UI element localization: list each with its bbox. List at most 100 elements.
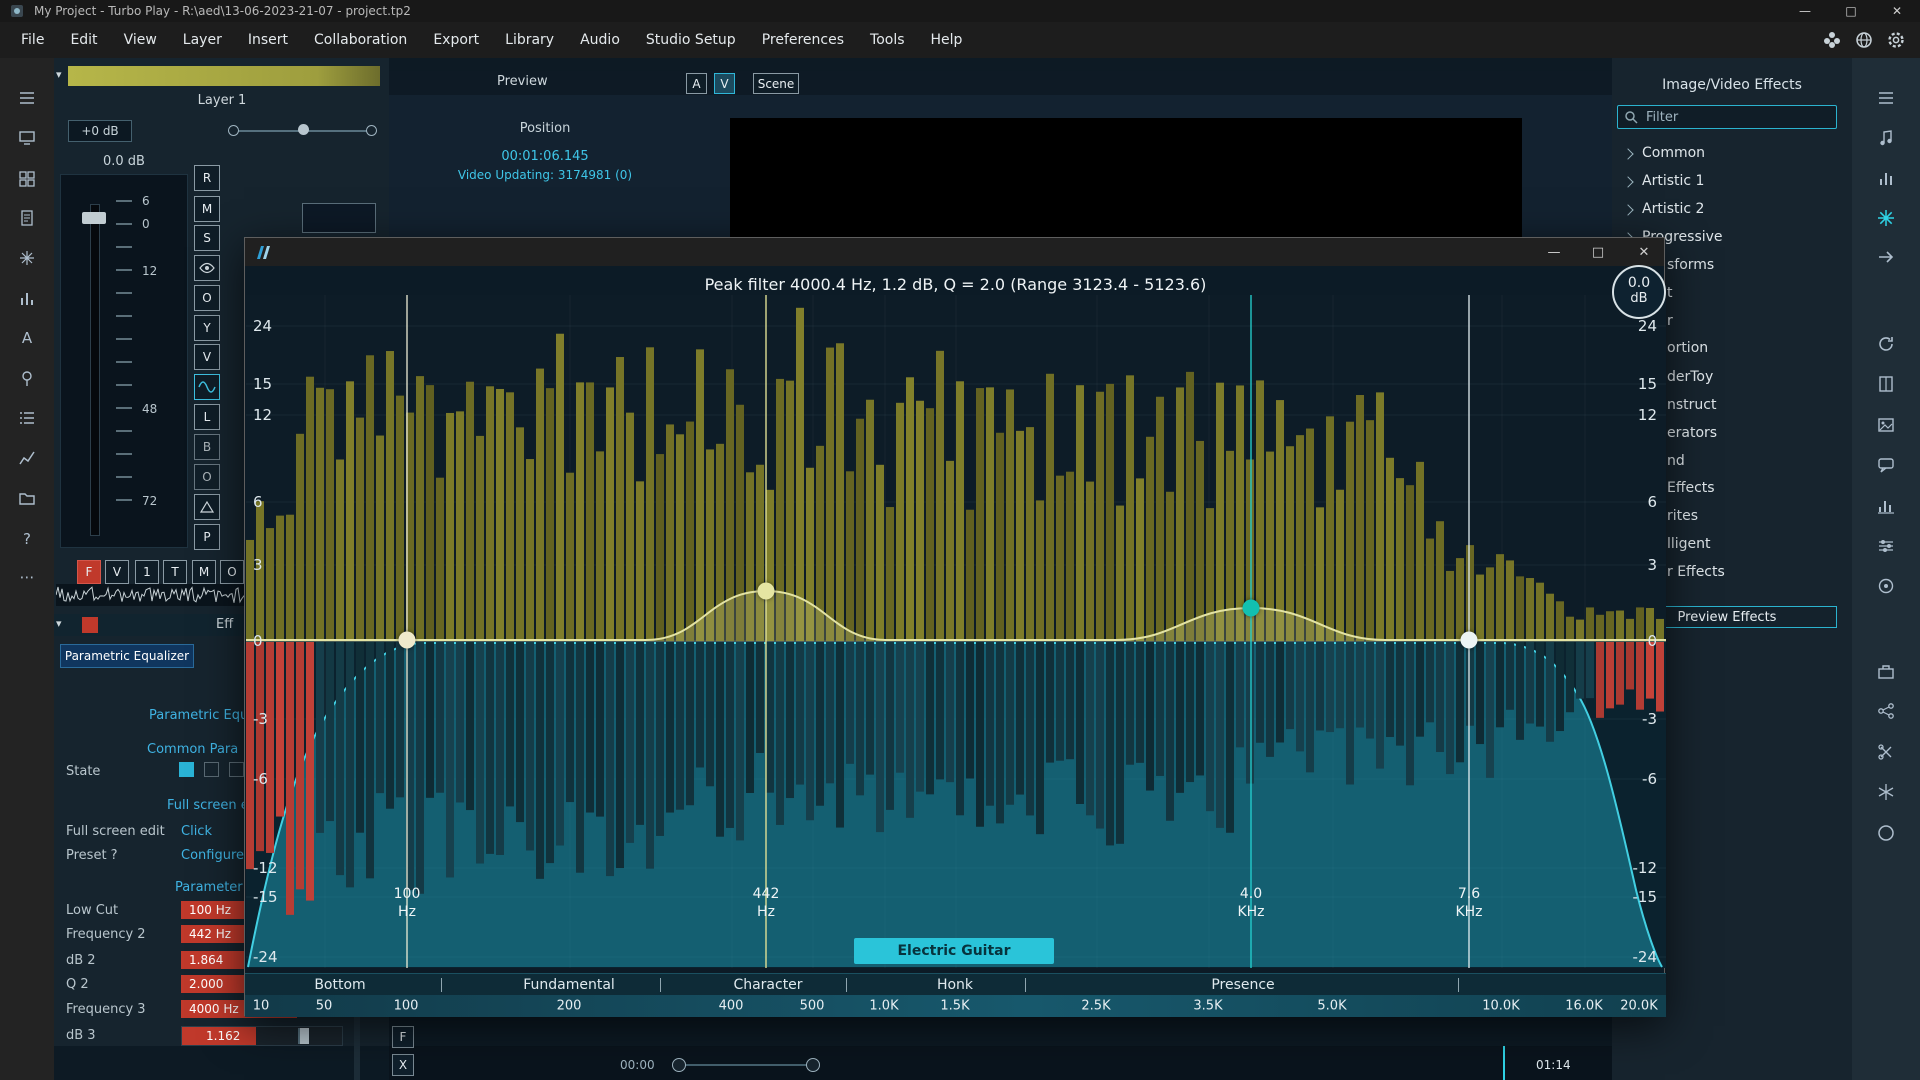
share-icon[interactable]: [1875, 700, 1897, 722]
mute-button[interactable]: M: [194, 196, 220, 222]
timeline-bar[interactable]: 00:00 01:14: [389, 1046, 1612, 1080]
fx-tree-item-occluded[interactable]: r: [1667, 313, 1673, 329]
eq-spectrum-canvas[interactable]: [246, 295, 1666, 968]
audio-toggle-button[interactable]: A: [686, 73, 707, 94]
dialog-titlebar[interactable]: — □ ✕: [245, 238, 1664, 266]
color-wheel-icon[interactable]: [1875, 575, 1897, 597]
state-checkbox-2[interactable]: [204, 762, 219, 777]
sparkle-icon[interactable]: [16, 247, 38, 269]
timeline-zoom-track[interactable]: [678, 1064, 812, 1066]
image-icon[interactable]: [1875, 414, 1897, 436]
effect-color-swatch[interactable]: [82, 617, 98, 633]
list-icon[interactable]: [16, 407, 38, 429]
t-mode-button[interactable]: T: [163, 560, 187, 584]
f-side-button[interactable]: F: [392, 1026, 414, 1048]
effects-filter-box[interactable]: [1617, 105, 1837, 129]
layer-slider-knob[interactable]: [298, 124, 309, 135]
state-checkbox-on[interactable]: [179, 762, 194, 777]
layer-gain-box[interactable]: +0 dB: [68, 120, 132, 142]
cut-scissors-icon[interactable]: [1875, 741, 1897, 763]
v-button[interactable]: V: [194, 344, 220, 370]
text-tool-icon[interactable]: A: [16, 327, 38, 349]
document-icon[interactable]: [16, 207, 38, 229]
eq-handle-4khz[interactable]: [1242, 599, 1260, 617]
zoom-range-end-knob[interactable]: [806, 1058, 820, 1072]
zoom-range-start-knob[interactable]: [672, 1058, 686, 1072]
bar-chart-icon[interactable]: [1875, 495, 1897, 517]
refresh-icon[interactable]: [1875, 333, 1897, 355]
eq-handle-100hz[interactable]: [398, 631, 416, 649]
layer-color-bar[interactable]: [68, 66, 380, 86]
sliders-icon[interactable]: [1875, 535, 1897, 557]
window-maximize-button[interactable]: □: [1828, 0, 1874, 22]
menu-preferences[interactable]: Preferences: [749, 32, 857, 48]
scene-button[interactable]: Scene: [753, 73, 799, 94]
dialog-close-button[interactable]: ✕: [1625, 238, 1663, 266]
parametric-eq-link[interactable]: Parametric Equ: [149, 708, 248, 723]
parametric-eq-badge[interactable]: Parametric Equalizer: [60, 644, 194, 668]
menu-collaboration[interactable]: Collaboration: [301, 32, 420, 48]
help-icon[interactable]: ?: [16, 528, 38, 550]
main-menu-icon[interactable]: [16, 87, 38, 109]
menu-tools[interactable]: Tools: [857, 32, 918, 48]
fx-tree-item-occluded[interactable]: ortion: [1667, 340, 1708, 356]
triangle-button[interactable]: [194, 494, 220, 520]
fx-tree-item-occluded[interactable]: nstruct: [1667, 397, 1716, 413]
plugin-icon[interactable]: [1822, 30, 1842, 50]
volume-fader-handle[interactable]: [82, 212, 106, 224]
parameter-link[interactable]: Parameter: [175, 880, 243, 895]
display-icon[interactable]: [16, 127, 38, 149]
gain-readout-knob[interactable]: 0.0 dB: [1612, 265, 1666, 319]
menu-audio[interactable]: Audio: [567, 32, 633, 48]
one-mode-button[interactable]: 1: [135, 560, 159, 584]
stats-bars-icon[interactable]: [16, 288, 38, 310]
folder-icon[interactable]: [16, 487, 38, 509]
fx-tree-item-occluded[interactable]: nd: [1667, 453, 1685, 469]
mask-circle-icon[interactable]: [1875, 822, 1897, 844]
state-checkbox-3[interactable]: [229, 762, 244, 777]
wave-button[interactable]: [194, 374, 220, 400]
l-button[interactable]: L: [194, 404, 220, 430]
y-button[interactable]: Y: [194, 315, 220, 341]
library-book-icon[interactable]: [1875, 373, 1897, 395]
briefcase-icon[interactable]: [1875, 661, 1897, 683]
fx-tree-item-occluded[interactable]: erators: [1667, 425, 1717, 441]
comments-icon[interactable]: [1875, 454, 1897, 476]
fx-tree-item-occluded[interactable]: lligent: [1667, 536, 1711, 552]
dialog-minimize-button[interactable]: —: [1535, 238, 1573, 266]
fx-tree-item-occluded[interactable]: derToy: [1667, 369, 1713, 385]
fx-tree-item-common[interactable]: Common: [1612, 141, 1852, 167]
menu-studio-setup[interactable]: Studio Setup: [633, 32, 749, 48]
layer-slider-dot-left[interactable]: [228, 125, 239, 136]
record-button[interactable]: R: [194, 165, 220, 191]
visibility-button[interactable]: [194, 255, 220, 281]
preset-chip[interactable]: Electric Guitar: [854, 938, 1054, 964]
volume-fader-track[interactable]: [90, 204, 100, 536]
f-mode-button[interactable]: F: [77, 560, 101, 584]
effects-filter-input[interactable]: [1644, 108, 1828, 126]
more-icon[interactable]: ⋯: [16, 566, 38, 588]
playhead-marker[interactable]: [1503, 1046, 1505, 1080]
detached-control-box[interactable]: [302, 203, 376, 233]
menu-edit[interactable]: Edit: [57, 32, 110, 48]
menu-file[interactable]: File: [8, 32, 57, 48]
settings-gear-icon[interactable]: [1886, 30, 1906, 50]
o-button[interactable]: O: [194, 285, 220, 311]
window-close-button[interactable]: ✕: [1874, 0, 1920, 22]
dialog-maximize-button[interactable]: □: [1579, 238, 1617, 266]
menu-layer[interactable]: Layer: [170, 32, 235, 48]
o-mode-button[interactable]: O: [220, 560, 244, 584]
effect-collapse-icon[interactable]: ▾: [56, 617, 62, 630]
x-side-button[interactable]: X: [392, 1054, 414, 1076]
param-slider-db3[interactable]: 1.162: [181, 1026, 343, 1046]
v-mode-button[interactable]: V: [105, 560, 129, 584]
p-button[interactable]: P: [194, 524, 220, 550]
o2-button[interactable]: O: [194, 464, 220, 490]
full-screen-edit-action[interactable]: Click: [181, 824, 212, 839]
menu-insert[interactable]: Insert: [235, 32, 301, 48]
eq-handle-442hz[interactable]: [757, 582, 775, 600]
fx-tree-item-occluded[interactable]: r Effects: [1667, 564, 1725, 580]
fx-tree-item-occluded[interactable]: t: [1667, 285, 1673, 301]
menu-export[interactable]: Export: [420, 32, 492, 48]
solo-button[interactable]: S: [194, 225, 220, 251]
